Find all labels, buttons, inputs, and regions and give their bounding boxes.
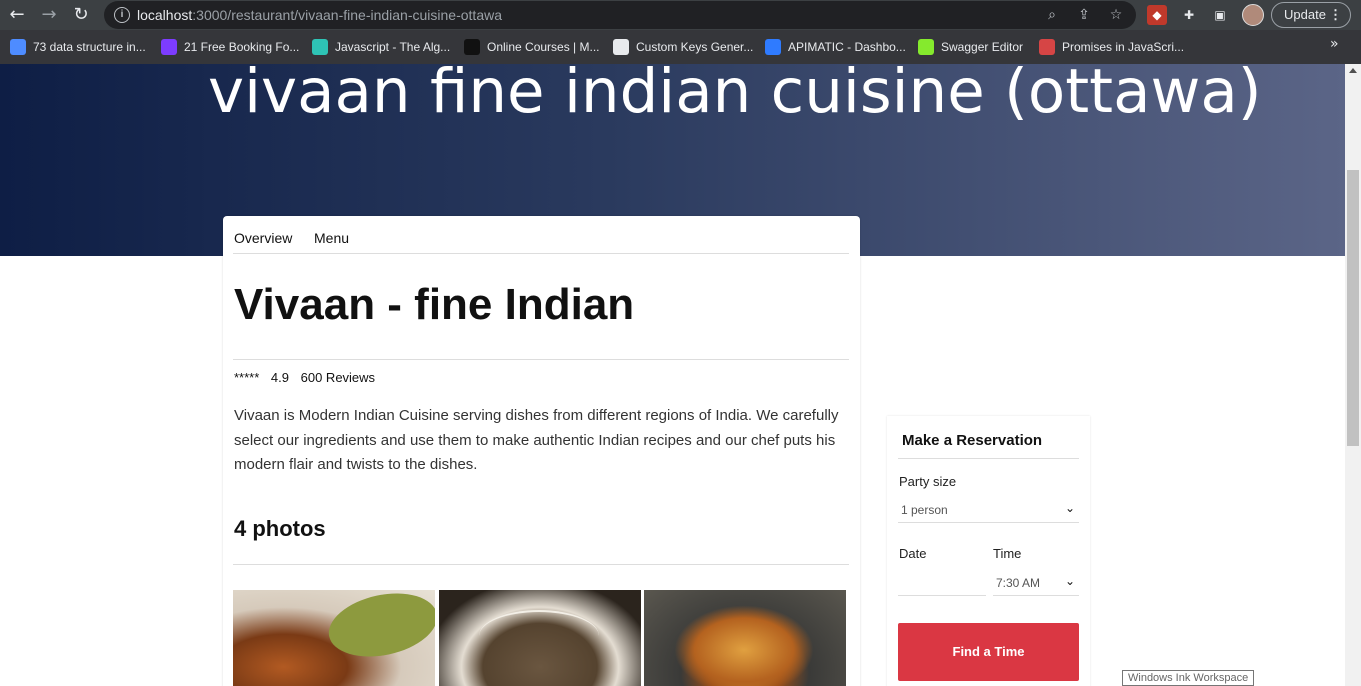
bookmark-favicon-icon: [161, 39, 177, 55]
url-text[interactable]: localhost:3000/restaurant/vivaan-fine-in…: [137, 7, 502, 23]
bookmarks-bar: 73 data structure in... 21 Free Booking …: [0, 30, 1361, 64]
hero-title: vivaan fine indian cuisine (ottawa): [208, 64, 1262, 127]
party-size-label: Party size: [899, 474, 957, 489]
find-a-time-button[interactable]: Find a Time: [898, 623, 1079, 681]
share-icon[interactable]: ⇪: [1074, 5, 1094, 25]
restaurant-description: Vivaan is Modern Indian Cuisine serving …: [234, 407, 839, 473]
avatar[interactable]: [1242, 4, 1264, 26]
site-info-icon[interactable]: i: [114, 7, 130, 23]
rating-stars: *****: [234, 370, 260, 385]
bookmark-favicon-icon: [464, 39, 480, 55]
scroll-up-icon[interactable]: [1349, 68, 1357, 73]
bookmark-item[interactable]: Custom Keys Gener...: [613, 39, 753, 55]
divider: [898, 458, 1079, 459]
bookmark-item[interactable]: Online Courses | M...: [464, 39, 600, 55]
divider: [233, 564, 849, 565]
tab-menu[interactable]: Menu: [314, 230, 349, 246]
bookmark-label: Custom Keys Gener...: [636, 40, 754, 54]
bookmark-item[interactable]: APIMATIC - Dashbo...: [765, 39, 906, 55]
chevron-down-icon: ⌄: [1064, 574, 1075, 588]
bookmark-label: Javascript - The Alg...: [335, 40, 451, 54]
reservation-heading: Make a Reservation: [902, 432, 1043, 449]
browser-toolbar: ← → ↻ i localhost:3000/restaurant/vivaan…: [0, 0, 1361, 30]
side-panel-icon[interactable]: ▣: [1210, 5, 1230, 25]
restaurant-name: Vivaan - fine Indian: [234, 280, 635, 329]
back-arrow-icon[interactable]: ←: [5, 3, 29, 27]
forward-arrow-icon[interactable]: →: [37, 3, 61, 27]
restaurant-card: Overview Menu Vivaan - fine Indian *****…: [223, 216, 860, 686]
reservation-card: Make a Reservation Party size 1 person ⌄…: [887, 416, 1090, 686]
chevron-down-icon: ⌄: [1064, 501, 1075, 515]
bookmark-favicon-icon: [613, 39, 629, 55]
food-photo[interactable]: [233, 590, 435, 686]
address-bar[interactable]: i localhost:3000/restaurant/vivaan-fine-…: [104, 1, 1136, 29]
food-photo[interactable]: [644, 590, 846, 686]
date-input[interactable]: [898, 572, 986, 596]
bookmark-item[interactable]: Swagger Editor: [918, 39, 1023, 55]
more-bookmarks-icon[interactable]: »: [1330, 36, 1339, 52]
bookmark-item[interactable]: Promises in JavaScri...: [1039, 39, 1184, 55]
party-size-value: 1 person: [901, 503, 948, 517]
party-size-select[interactable]: 1 person ⌄: [898, 499, 1079, 523]
review-count: 600 Reviews: [300, 370, 376, 385]
bookmark-item[interactable]: 73 data structure in...: [10, 39, 146, 55]
bookmark-label: 21 Free Booking Fo...: [184, 40, 300, 54]
bookmark-label: APIMATIC - Dashbo...: [788, 40, 906, 54]
update-button[interactable]: Update ⋮: [1271, 2, 1351, 28]
time-select[interactable]: 7:30 AM ⌄: [993, 572, 1079, 596]
divider: [233, 359, 849, 360]
bookmark-item[interactable]: 21 Free Booking Fo...: [161, 39, 299, 55]
menu-dots-icon: ⋮: [1329, 7, 1342, 22]
date-label: Date: [899, 546, 927, 561]
bookmark-favicon-icon: [765, 39, 781, 55]
food-photo[interactable]: [439, 590, 641, 686]
bookmark-item[interactable]: Javascript - The Alg...: [312, 39, 450, 55]
tab-bar: Overview Menu: [233, 216, 849, 254]
bookmark-favicon-icon: [918, 39, 934, 55]
bookmark-favicon-icon: [312, 39, 328, 55]
scrollbar[interactable]: [1345, 64, 1361, 686]
reload-icon[interactable]: ↻: [69, 3, 93, 27]
bookmark-label: Promises in JavaScri...: [1062, 40, 1185, 54]
puzzle-icon[interactable]: ✚: [1179, 5, 1199, 25]
bookmark-label: Online Courses | M...: [487, 40, 600, 54]
extension-icon[interactable]: ◆: [1147, 5, 1167, 25]
page-viewport: vivaan fine indian cuisine (ottawa) Over…: [0, 64, 1345, 686]
time-value: 7:30 AM: [996, 576, 1041, 590]
tab-overview[interactable]: Overview: [234, 230, 292, 246]
bookmark-label: 73 data structure in...: [33, 40, 146, 54]
bookmark-label: Swagger Editor: [941, 40, 1024, 54]
bookmark-favicon-icon: [1039, 39, 1055, 55]
tooltip: Windows Ink Workspace: [1122, 670, 1255, 686]
url-host: localhost: [137, 7, 193, 23]
update-label: Update: [1284, 7, 1326, 22]
url-path: :3000/restaurant/vivaan-fine-indian-cuis…: [192, 7, 502, 23]
bookmark-favicon-icon: [10, 39, 26, 55]
bookmark-star-icon[interactable]: ☆: [1106, 5, 1126, 25]
scrollbar-thumb[interactable]: [1347, 170, 1359, 446]
time-label: Time: [993, 546, 1022, 561]
rating-value: 4.9: [270, 370, 289, 385]
rating-row: ***** 4.9 600 Reviews: [234, 370, 383, 385]
photos-heading: 4 photos: [234, 516, 326, 541]
zoom-icon[interactable]: ⌕: [1042, 5, 1062, 25]
